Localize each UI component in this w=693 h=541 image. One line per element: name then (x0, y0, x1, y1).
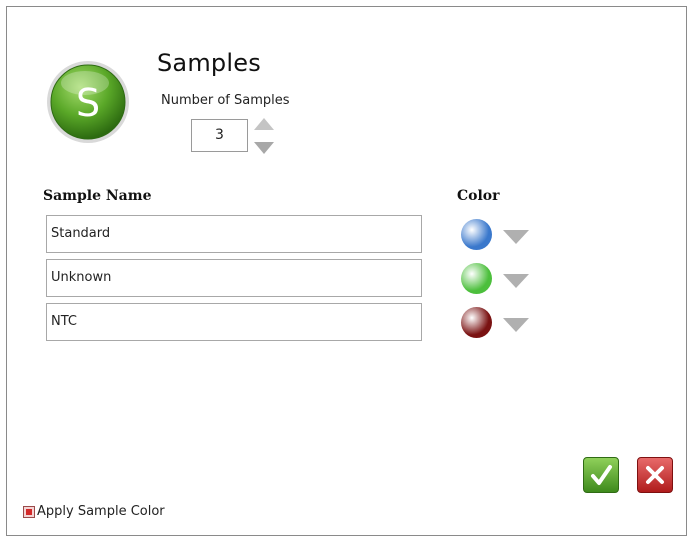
svg-text:S: S (76, 81, 100, 125)
color-dropdown-arrow-icon[interactable] (502, 317, 530, 333)
apply-sample-color-label: Apply Sample Color (37, 504, 165, 519)
samples-logo-icon: S (47, 61, 129, 143)
number-of-samples-input[interactable]: 3 (191, 119, 248, 152)
color-swatch[interactable] (461, 307, 492, 338)
sample-name-field[interactable]: Standard (46, 215, 422, 253)
checkmark-icon (591, 465, 612, 485)
color-dropdown-arrow-icon[interactable] (502, 273, 530, 289)
increment-arrow-icon[interactable] (253, 117, 275, 131)
sample-name-header: Sample Name (43, 188, 152, 204)
color-header: Color (457, 188, 500, 204)
decrement-arrow-icon[interactable] (253, 141, 275, 155)
close-icon (646, 466, 664, 484)
apply-sample-color-option[interactable]: Apply Sample Color (23, 504, 165, 519)
color-swatch[interactable] (461, 219, 492, 250)
sample-name-field[interactable]: Unknown (46, 259, 422, 297)
ok-button[interactable] (583, 457, 619, 493)
samples-dialog: S Samples Number of Samples 3 Sample Nam… (6, 6, 687, 536)
number-of-samples-label: Number of Samples (161, 93, 290, 108)
dialog-title: Samples (157, 49, 261, 77)
sample-name-field[interactable]: NTC (46, 303, 422, 341)
color-dropdown-arrow-icon[interactable] (502, 229, 530, 245)
color-swatch[interactable] (461, 263, 492, 294)
apply-sample-color-checkbox[interactable] (23, 505, 35, 518)
cancel-button[interactable] (637, 457, 673, 493)
